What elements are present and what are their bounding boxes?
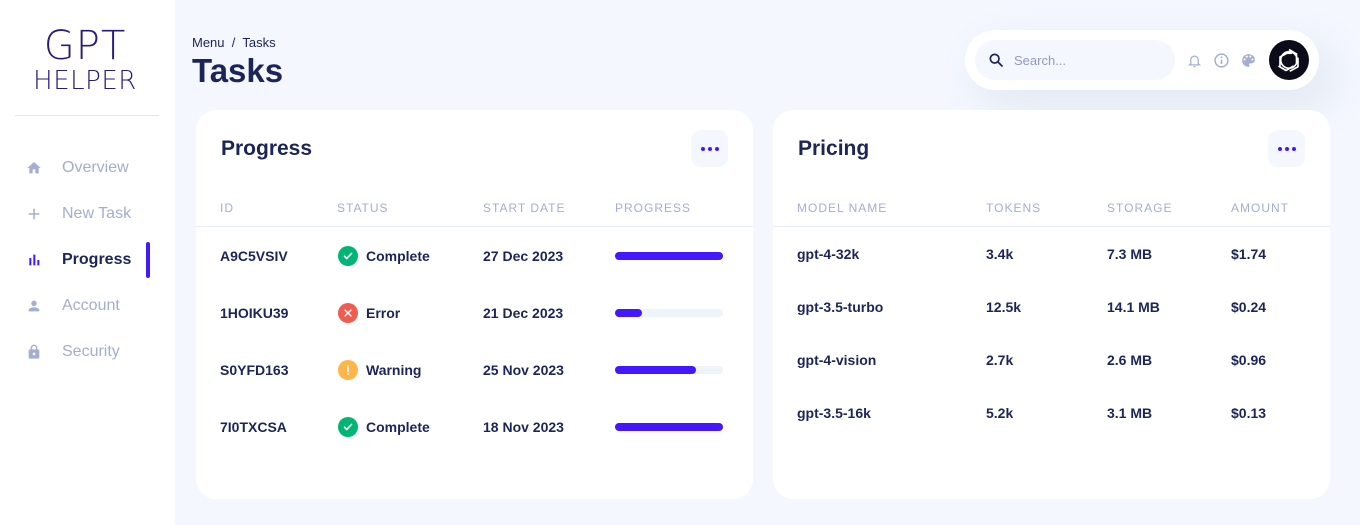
status-label: Error bbox=[366, 305, 401, 321]
task-id: 1HOIKU39 bbox=[220, 305, 289, 321]
sidebar-item-new-task[interactable]: New Task bbox=[0, 191, 175, 237]
sidebar-item-label: Overview bbox=[62, 159, 129, 176]
top-toolbar bbox=[965, 30, 1319, 90]
model-name: gpt-3.5-turbo bbox=[797, 299, 884, 315]
start-date: 18 Nov 2023 bbox=[483, 419, 564, 435]
tokens: 12.5k bbox=[986, 299, 1022, 315]
task-id: A9C5VSIV bbox=[220, 248, 288, 264]
error-circle-icon bbox=[338, 303, 358, 323]
warning-circle-icon bbox=[338, 360, 358, 380]
card-title: Pricing bbox=[798, 137, 870, 160]
start-date: 21 Dec 2023 bbox=[483, 305, 564, 321]
sidebar-item-security[interactable]: Security bbox=[0, 329, 175, 375]
model-name: gpt-4-32k bbox=[797, 246, 860, 262]
storage: 2.6 MB bbox=[1107, 352, 1153, 368]
info-icon[interactable] bbox=[1212, 51, 1230, 69]
person-icon bbox=[25, 297, 43, 315]
sidebar-item-label: Progress bbox=[62, 251, 132, 268]
storage: 14.1 MB bbox=[1107, 299, 1160, 315]
storage: 3.1 MB bbox=[1107, 405, 1153, 421]
bell-icon[interactable] bbox=[1185, 51, 1203, 69]
status-label: Warning bbox=[366, 362, 422, 378]
progress-fill bbox=[615, 252, 723, 260]
search-icon bbox=[988, 52, 1004, 68]
dot-icon bbox=[714, 146, 719, 151]
openai-logo-icon[interactable] bbox=[1269, 40, 1309, 80]
column-header[interactable]: PROGRESS bbox=[615, 201, 691, 215]
check-circle-icon bbox=[338, 246, 358, 266]
amount: $0.13 bbox=[1231, 405, 1267, 421]
status-badge: Complete bbox=[338, 246, 430, 266]
sidebar-item-progress[interactable]: Progress bbox=[0, 237, 175, 283]
sidebar-item-label: Security bbox=[62, 343, 120, 360]
column-header[interactable]: AMOUNT bbox=[1231, 201, 1289, 215]
active-indicator bbox=[146, 242, 150, 278]
column-header[interactable]: TOKENS bbox=[986, 201, 1041, 215]
status-label: Complete bbox=[366, 248, 430, 264]
progress-bar bbox=[615, 252, 723, 260]
tokens: 5.2k bbox=[986, 405, 1014, 421]
tokens: 3.4k bbox=[986, 246, 1014, 262]
search-input[interactable] bbox=[1014, 52, 1164, 68]
logo: GPT HELPER bbox=[0, 26, 170, 96]
start-date: 27 Dec 2023 bbox=[483, 248, 564, 264]
logo-line-1: GPT bbox=[43, 23, 127, 69]
tokens: 2.7k bbox=[986, 352, 1014, 368]
page-title: Tasks bbox=[192, 52, 284, 89]
dot-icon bbox=[707, 146, 712, 151]
sidebar-nav: Overview New Task Progress Account Secur… bbox=[0, 145, 175, 375]
card-title: Progress bbox=[221, 137, 313, 160]
progress-card: Progress ID STATUS START DATE PROGRESS A… bbox=[196, 110, 753, 499]
task-id: S0YFD163 bbox=[220, 362, 289, 378]
progress-bar bbox=[615, 366, 723, 374]
progress-fill bbox=[615, 423, 723, 431]
lock-icon bbox=[25, 343, 43, 361]
sidebar-item-label: Account bbox=[62, 297, 120, 314]
amount: $0.96 bbox=[1231, 352, 1267, 368]
model-name: gpt-3.5-16k bbox=[797, 405, 871, 421]
sidebar-item-label: New Task bbox=[62, 205, 132, 222]
model-name: gpt-4-vision bbox=[797, 352, 877, 368]
amount: $1.74 bbox=[1231, 246, 1267, 262]
progress-bar bbox=[615, 309, 723, 317]
sidebar: GPT HELPER Overview New Task Progress Ac… bbox=[0, 0, 175, 525]
more-options-button[interactable] bbox=[1268, 130, 1305, 167]
column-header[interactable]: ID bbox=[220, 201, 234, 215]
search-box[interactable] bbox=[975, 40, 1175, 80]
palette-icon[interactable] bbox=[1239, 51, 1257, 69]
status-label: Complete bbox=[366, 419, 430, 435]
start-date: 25 Nov 2023 bbox=[483, 362, 564, 378]
header-divider bbox=[196, 226, 753, 227]
dot-icon bbox=[1291, 146, 1296, 151]
sidebar-item-account[interactable]: Account bbox=[0, 283, 175, 329]
column-header[interactable]: STORAGE bbox=[1107, 201, 1172, 215]
bar-chart-icon bbox=[25, 251, 43, 269]
sidebar-item-overview[interactable]: Overview bbox=[0, 145, 175, 191]
column-header[interactable]: START DATE bbox=[483, 201, 565, 215]
check-circle-icon bbox=[338, 417, 358, 437]
dot-icon bbox=[1277, 146, 1282, 151]
logo-line-2: HELPER bbox=[33, 66, 137, 96]
amount: $0.24 bbox=[1231, 299, 1267, 315]
status-badge: Error bbox=[338, 303, 400, 323]
status-badge: Warning bbox=[338, 360, 421, 380]
header-divider bbox=[773, 226, 1330, 227]
progress-fill bbox=[615, 366, 696, 374]
storage: 7.3 MB bbox=[1107, 246, 1153, 262]
breadcrumb[interactable]: Menu / Tasks bbox=[192, 35, 276, 50]
plus-icon bbox=[25, 205, 43, 223]
home-icon bbox=[25, 159, 43, 177]
column-header[interactable]: STATUS bbox=[337, 201, 389, 215]
more-options-button[interactable] bbox=[691, 130, 728, 167]
sidebar-divider bbox=[15, 115, 159, 116]
progress-fill bbox=[615, 309, 642, 317]
pricing-card: Pricing MODEL NAME TOKENS STORAGE AMOUNT… bbox=[773, 110, 1330, 499]
task-id: 7I0TXCSA bbox=[220, 419, 287, 435]
column-header[interactable]: MODEL NAME bbox=[797, 201, 887, 215]
progress-bar bbox=[615, 423, 723, 431]
dot-icon bbox=[700, 146, 705, 151]
dot-icon bbox=[1284, 146, 1289, 151]
status-badge: Complete bbox=[338, 417, 430, 437]
